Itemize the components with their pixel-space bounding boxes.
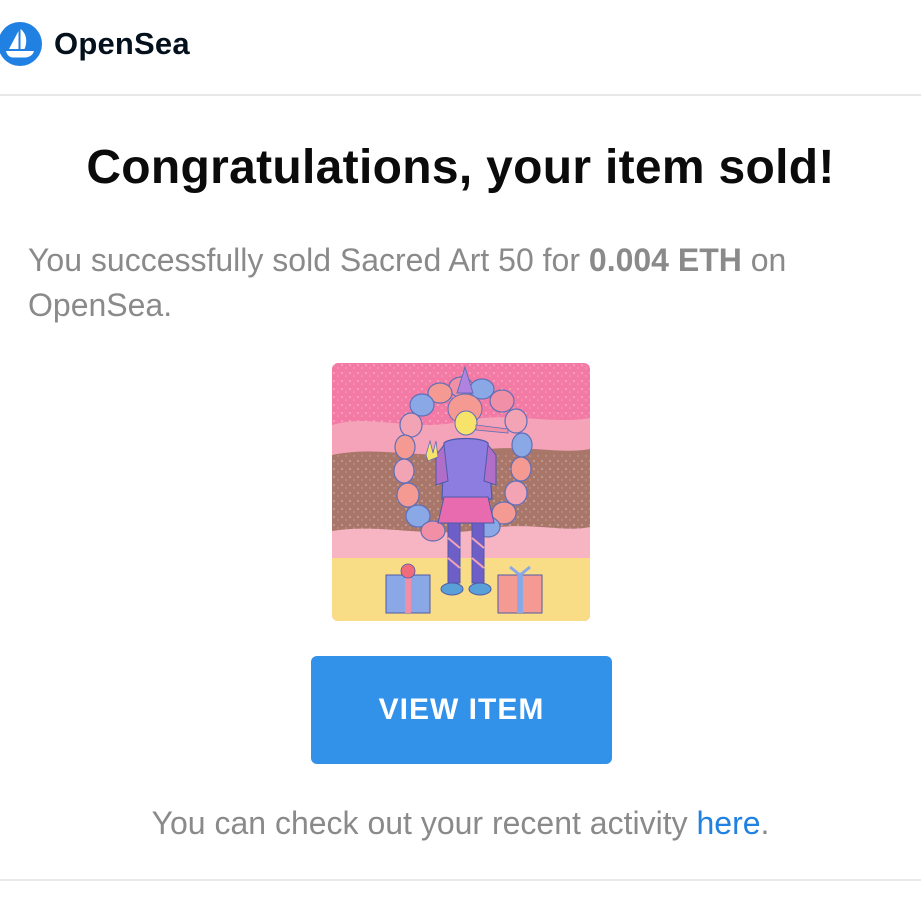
- opensea-logo-icon: [0, 22, 42, 66]
- brand-name[interactable]: OpenSea: [54, 25, 190, 63]
- activity-here-link[interactable]: here: [696, 805, 760, 841]
- view-item-button[interactable]: VIEW ITEM: [311, 656, 612, 764]
- sale-message-prefix: You successfully sold Sacred Art 50 for: [28, 242, 589, 278]
- sale-message: You successfully sold Sacred Art 50 for …: [28, 238, 888, 328]
- sale-price: 0.004 ETH: [588, 242, 742, 278]
- item-image[interactable]: [332, 363, 590, 621]
- email-page: OpenSea Congratulations, your item sold!…: [0, 0, 921, 921]
- activity-message-prefix: You can check out your recent activity: [151, 805, 697, 841]
- footer-divider: [0, 879, 921, 881]
- activity-message: You can check out your recent activity h…: [0, 801, 921, 845]
- email-header: OpenSea: [0, 0, 921, 96]
- email-title: Congratulations, your item sold!: [86, 141, 835, 194]
- activity-message-suffix: .: [760, 805, 770, 841]
